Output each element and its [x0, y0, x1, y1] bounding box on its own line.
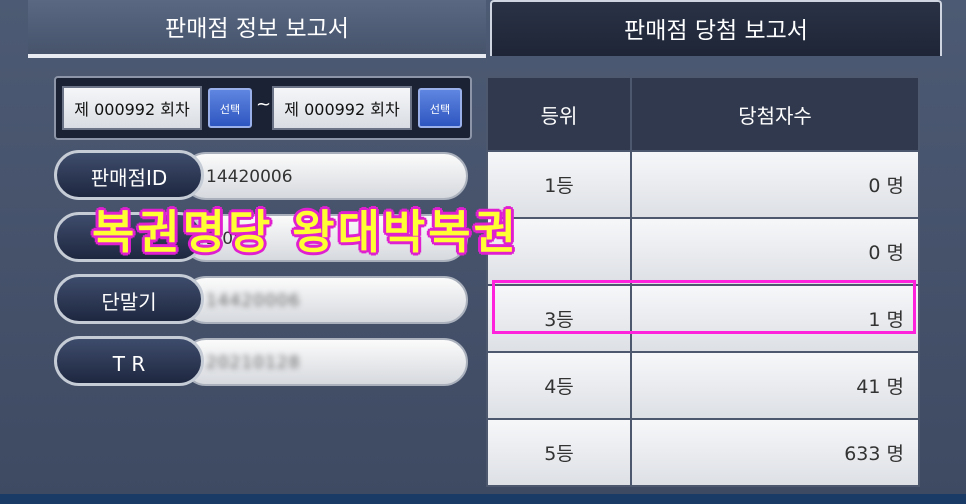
terminal-value-text: 14420006 — [206, 291, 301, 311]
watermark-caption: 복권명당 왕대박복권 — [92, 205, 519, 259]
store-id-value: 14420006 — [182, 152, 468, 200]
rank-cell: 3등 — [486, 284, 632, 353]
winning-report-panel: 등위 당첨자수 1등 0 명 0 명 3등 1 명 4등 41 명 5등 633… — [486, 76, 920, 487]
count-cell: 0 명 — [630, 150, 920, 219]
table-row: 4등 41 명 — [486, 351, 920, 420]
rank-cell: 5등 — [486, 418, 632, 487]
tr-value-text: 20210128 — [206, 353, 301, 373]
header-winner-count: 당첨자수 — [630, 76, 920, 152]
round-selector: 제 000992 회차 선택 ~ 제 000992 회차 선택 — [54, 76, 472, 140]
tr-row: T R 20210128 — [54, 336, 468, 388]
table-row: 5등 633 명 — [486, 418, 920, 487]
round-range-separator: ~ — [256, 94, 272, 115]
rank-cell: 4등 — [486, 351, 632, 420]
table-row: 0 명 — [486, 217, 920, 286]
round-from-field[interactable]: 제 000992 회차 — [62, 86, 202, 130]
table-row: 3등 1 명 — [486, 284, 920, 353]
store-id-label: 판매점ID — [54, 150, 204, 200]
round-to-select-button[interactable]: 선택 — [418, 88, 462, 128]
terminal-row: 단말기 14420006 — [54, 274, 468, 326]
tr-value: 20210128 — [182, 338, 468, 386]
store-info-panel: 제 000992 회차 선택 ~ 제 000992 회차 선택 판매점ID 14… — [38, 66, 476, 496]
terminal-value: 14420006 — [182, 276, 468, 324]
bottom-bar — [0, 494, 966, 504]
terminal-label: 단말기 — [54, 274, 204, 324]
table-row: 1등 0 명 — [486, 150, 920, 219]
count-cell: 633 명 — [630, 418, 920, 487]
header-rank: 등위 — [486, 76, 632, 152]
report-tabs: 판매점 정보 보고서 판매점 당첨 보고서 — [28, 0, 942, 58]
round-to-field[interactable]: 제 000992 회차 — [272, 86, 412, 130]
tr-label: T R — [54, 336, 204, 386]
count-cell: 0 명 — [630, 217, 920, 286]
table-header-row: 등위 당첨자수 — [486, 76, 920, 152]
store-id-row: 판매점ID 14420006 — [54, 150, 468, 202]
count-cell: 1 명 — [630, 284, 920, 353]
round-from-select-button[interactable]: 선택 — [208, 88, 252, 128]
tab-store-info-report[interactable]: 판매점 정보 보고서 — [28, 0, 486, 58]
tab-store-winning-report[interactable]: 판매점 당첨 보고서 — [490, 0, 942, 56]
winners-table: 등위 당첨자수 1등 0 명 0 명 3등 1 명 4등 41 명 5등 633… — [486, 76, 920, 487]
count-cell: 41 명 — [630, 351, 920, 420]
